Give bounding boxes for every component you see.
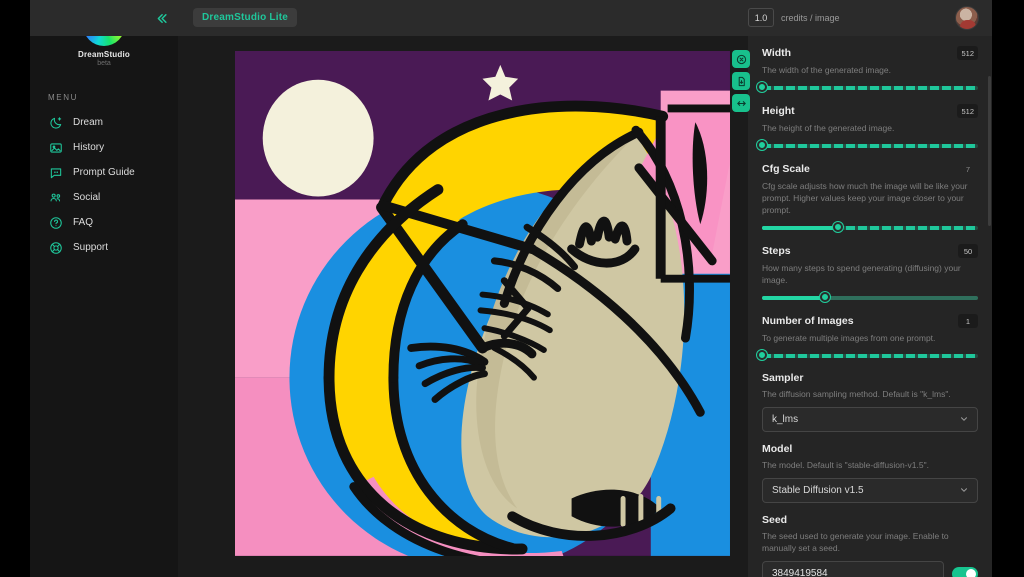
steps-description: How many steps to spend generating (diff… — [762, 262, 978, 286]
image-action-buttons — [732, 50, 750, 112]
width-slider-knob[interactable] — [757, 82, 767, 92]
sampler-description: The diffusion sampling method. Default i… — [762, 388, 978, 400]
height-label: Height — [762, 105, 795, 117]
number-of-images-value: 1 — [958, 314, 978, 328]
credits-value[interactable]: 1.0 — [748, 8, 774, 27]
sidebar-item-faq[interactable]: FAQ — [30, 210, 178, 235]
generated-image[interactable] — [235, 51, 730, 556]
settings-scrollbar[interactable] — [988, 76, 991, 226]
cfg-scale-value: 7 — [958, 162, 978, 176]
file-download-icon[interactable] — [732, 72, 750, 90]
setting-width: Width 512 The width of the generated ima… — [762, 46, 978, 93]
width-description: The width of the generated image. — [762, 64, 978, 76]
height-description: The height of the generated image. — [762, 122, 978, 134]
cfg-scale-description: Cfg scale adjusts how much the image wil… — [762, 180, 978, 216]
chevron-down-icon — [959, 414, 969, 426]
steps-label: Steps — [762, 245, 791, 257]
moon-icon — [48, 115, 63, 130]
width-slider[interactable] — [762, 83, 978, 93]
setting-cfg-scale: Cfg Scale 7 Cfg scale adjusts how much t… — [762, 162, 978, 233]
sidebar: DreamStudio beta MENU Dream — [30, 0, 178, 577]
steps-value: 50 — [958, 244, 978, 258]
sidebar-item-label: Support — [73, 242, 108, 253]
top-bar: DreamStudio Lite 1.0 credits / image — [30, 0, 992, 36]
seed-label: Seed — [762, 514, 787, 526]
avatar[interactable] — [955, 6, 979, 30]
app-viewport: DreamStudio Lite 1.0 credits / image Dre… — [30, 0, 992, 577]
steps-slider[interactable] — [762, 293, 978, 303]
number-of-images-description: To generate multiple images from one pro… — [762, 332, 978, 344]
sidebar-item-support[interactable]: Support — [30, 235, 178, 260]
people-icon — [48, 190, 63, 205]
app-name: DreamStudio — [30, 50, 178, 59]
menu-heading: MENU — [48, 93, 178, 102]
number-of-images-slider-track — [762, 354, 978, 358]
model-label: Model — [762, 443, 792, 455]
sidebar-item-social[interactable]: Social — [30, 185, 178, 210]
dreamstudio-app: DreamStudio Lite 1.0 credits / image Dre… — [0, 0, 1024, 577]
chevron-down-icon — [959, 485, 969, 497]
cfg-scale-label: Cfg Scale — [762, 163, 810, 175]
sidebar-item-label: FAQ — [73, 217, 93, 228]
cfg-scale-slider-fill — [762, 226, 838, 230]
width-value: 512 — [957, 46, 978, 60]
number-of-images-slider-knob[interactable] — [757, 350, 767, 360]
setting-seed: Seed The seed used to generate your imag… — [762, 514, 978, 577]
sampler-selected-value: k_lms — [772, 414, 798, 425]
seed-description: The seed used to generate your image. En… — [762, 530, 978, 554]
lifebuoy-icon — [48, 240, 63, 255]
sidebar-item-history[interactable]: History — [30, 135, 178, 160]
number-of-images-slider[interactable] — [762, 351, 978, 361]
height-slider-track — [762, 144, 978, 148]
model-selected-value: Stable Diffusion v1.5 — [772, 485, 864, 496]
credits-indicator: 1.0 credits / image — [748, 8, 840, 27]
sampler-label: Sampler — [762, 372, 803, 384]
model-select[interactable]: Stable Diffusion v1.5 — [762, 478, 978, 503]
sidebar-item-label: Dream — [73, 117, 103, 128]
credits-label: credits / image — [781, 13, 840, 23]
sidebar-item-dream[interactable]: Dream — [30, 110, 178, 135]
setting-number-of-images: Number of Images 1 To generate multiple … — [762, 314, 978, 361]
height-value: 512 — [957, 104, 978, 118]
height-slider[interactable] — [762, 141, 978, 151]
cfg-scale-slider[interactable] — [762, 223, 978, 233]
sidebar-item-label: History — [73, 142, 104, 153]
sidebar-item-prompt-guide[interactable]: Prompt Guide — [30, 160, 178, 185]
sidebar-item-label: Prompt Guide — [73, 167, 135, 178]
image-icon — [48, 140, 63, 155]
cfg-scale-slider-knob[interactable] — [833, 222, 843, 232]
chevron-double-left-icon[interactable] — [148, 6, 174, 30]
sidebar-item-label: Social — [73, 192, 100, 203]
dreamstudio-lite-badge[interactable]: DreamStudio Lite — [193, 8, 297, 27]
quote-bubble-icon — [48, 165, 63, 180]
steps-slider-knob[interactable] — [820, 292, 830, 302]
close-circle-icon[interactable] — [732, 50, 750, 68]
width-slider-track — [762, 86, 978, 90]
setting-model: Model The model. Default is "stable-diff… — [762, 443, 978, 503]
height-slider-knob[interactable] — [757, 140, 767, 150]
number-of-images-label: Number of Images — [762, 315, 854, 327]
width-label: Width — [762, 47, 791, 59]
seed-input[interactable]: 3849419584 — [762, 561, 944, 577]
model-description: The model. Default is "stable-diffusion-… — [762, 459, 978, 471]
settings-panel[interactable]: Width 512 The width of the generated ima… — [748, 36, 992, 577]
setting-height: Height 512 The height of the generated i… — [762, 104, 978, 151]
cubist-cat-artwork — [235, 51, 730, 556]
seed-toggle[interactable] — [952, 567, 978, 577]
question-circle-icon — [48, 215, 63, 230]
expand-icon[interactable] — [732, 94, 750, 112]
app-subtitle: beta — [30, 60, 178, 67]
sampler-select[interactable]: k_lms — [762, 407, 978, 432]
setting-sampler: Sampler The diffusion sampling method. D… — [762, 372, 978, 432]
steps-slider-fill — [762, 296, 825, 300]
setting-steps: Steps 50 How many steps to spend generat… — [762, 244, 978, 303]
canvas-area — [178, 36, 748, 577]
